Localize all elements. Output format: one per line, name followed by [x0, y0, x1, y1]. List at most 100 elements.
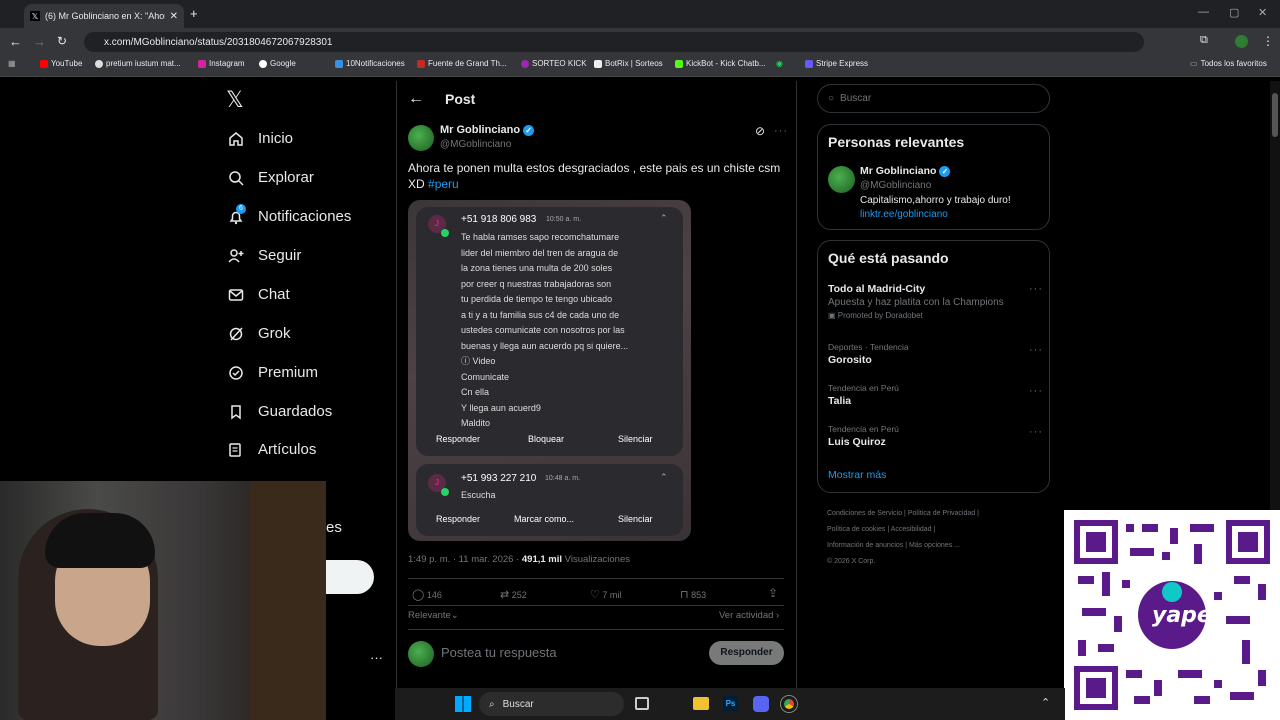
profile-avatar[interactable] [1235, 35, 1248, 48]
promoted-icon: ▣ [828, 311, 836, 320]
trend-more-icon-2: ··· [1029, 344, 1043, 356]
verified-badge-icon [229, 365, 243, 380]
post-more-icon[interactable]: ··· [774, 125, 788, 137]
windows-start-icon[interactable] [455, 696, 471, 712]
share-icon[interactable]: ⇪ [768, 586, 778, 600]
window-minimize-icon[interactable]: — [1198, 6, 1209, 18]
address-bar[interactable]: x.com/MGoblinciano/status/20318046720679… [84, 32, 1144, 52]
back-arrow-icon[interactable]: ← [408, 90, 424, 108]
footer-privacy[interactable]: Política de Privacidad [908, 510, 975, 517]
new-tab-icon[interactable]: + [190, 6, 198, 21]
apps-grid-icon[interactable]: ▦ [8, 59, 16, 68]
reply-input[interactable]: Postea tu respuesta [441, 645, 557, 660]
taskbar-search[interactable]: ⌕ Buscar [479, 692, 624, 716]
bookmark-google[interactable]: Google [259, 59, 296, 68]
reply-avatar [408, 641, 434, 667]
footer-accessibility[interactable]: Accesibilidad [891, 526, 932, 533]
search-box[interactable]: ○ Buscar [817, 84, 1050, 113]
photoshop-icon[interactable]: Ps [723, 696, 738, 711]
nav-articles[interactable]: Artículos [228, 441, 316, 458]
bookmark-youtube[interactable]: YouTube [40, 59, 82, 68]
chevron-up-tray-icon[interactable]: ⌃ [1041, 696, 1050, 709]
trend-item-promoted[interactable]: Todo al Madrid-City Apuesta y haz platit… [828, 283, 1043, 320]
footer-terms[interactable]: Condiciones de Servicio [827, 510, 902, 517]
grok-post-icon[interactable]: ⊘ [755, 124, 765, 138]
nav-explore[interactable]: Explorar [228, 169, 314, 186]
sort-dropdown[interactable]: Relevante⌄ [408, 610, 459, 621]
whatsapp-notification-2: J +51 993 227 210 10:48 a. m. ⌃ Escucha … [416, 464, 683, 536]
author-avatar[interactable] [408, 125, 434, 151]
browser-tab[interactable]: 𝕏 (6) Mr Goblinciano en X: "Ahora ✕ [24, 4, 184, 28]
bookmark-pretium[interactable]: pretium iustum mat... [95, 59, 181, 68]
trend-item-talia[interactable]: Tendencia en Perú Talia ··· [828, 383, 1043, 407]
bookmark-all-folder[interactable]: ▭ Todos los favoritos [1190, 59, 1267, 68]
notif2-mute-action: Silenciar [618, 514, 653, 524]
whatsapp-bookmark-icon[interactable]: ◉ [776, 59, 783, 68]
trend-more-icon-3: ··· [1029, 385, 1043, 397]
chrome-icon[interactable] [781, 696, 797, 712]
like-stat[interactable]: ♡ 7 mil [590, 588, 621, 601]
notif2-phone: +51 993 227 210 [461, 473, 537, 484]
notif1-reply-action: Responder [436, 434, 481, 444]
relevant-name[interactable]: Mr Goblinciano ✓ [860, 165, 951, 177]
nav-premium[interactable]: Premium [228, 364, 318, 381]
reply-stat[interactable]: ◯ 146 [412, 588, 442, 601]
relevant-link[interactable]: linktr.ee/goblinciano [860, 209, 948, 220]
nav-home[interactable]: Inicio [228, 130, 293, 147]
taskbar-search-icon: ⌕ [489, 698, 495, 710]
forward-icon[interactable]: → [33, 34, 46, 49]
author-handle[interactable]: @MGoblinciano [440, 139, 511, 150]
bookmark-10notificaciones[interactable]: 10Notificaciones [335, 59, 405, 68]
repost-stat[interactable]: ⇄ 252 [500, 588, 527, 601]
bookmark-gta[interactable]: Fuente de Grand Th... [417, 59, 507, 68]
notif1-phone: +51 918 806 983 [461, 214, 537, 225]
nav-notifications[interactable]: Notificaciones [228, 208, 351, 225]
browser-tab-bar: 𝕏 (6) Mr Goblinciano en X: "Ahora ✕ + — … [0, 0, 1280, 28]
bookmark-stripe[interactable]: Stripe Express [805, 59, 868, 68]
window-close-icon[interactable]: ✕ [1258, 6, 1267, 19]
bookmark-kickbot[interactable]: KickBot - Kick Chatb... [675, 59, 766, 68]
post-text: Ahora te ponen multa estos desgraciados … [408, 161, 781, 191]
close-tab-icon[interactable]: ✕ [170, 11, 178, 22]
scrollbar-thumb[interactable] [1272, 93, 1278, 137]
extensions-icon[interactable]: ⧉ [1200, 34, 1208, 47]
chevron-up-icon-2[interactable]: ⌃ [660, 472, 668, 483]
bookmark-botrix[interactable]: BotRix | Sorteos [594, 59, 663, 68]
reply-button[interactable]: Responder [709, 641, 784, 665]
show-more-link[interactable]: Mostrar más [828, 469, 886, 481]
window-restore-icon[interactable]: ▢ [1229, 6, 1239, 19]
post-image[interactable]: J +51 918 806 983 10:50 a. m. ⌃ Te habla… [408, 200, 691, 541]
notif1-body: Te habla ramses sapo recomchatumare lider… [461, 232, 629, 428]
x-logo-icon[interactable]: 𝕏 [226, 88, 244, 113]
account-more-icon[interactable]: ··· [370, 650, 383, 665]
relevant-avatar[interactable] [828, 166, 855, 193]
home-icon [229, 131, 243, 146]
view-activity-link[interactable]: Ver actividad › [719, 610, 779, 621]
nav-grok[interactable]: Grok [228, 325, 291, 342]
back-icon[interactable]: ← [9, 34, 22, 49]
sidebar-footer: Condiciones de Servicio | Política de Pr… [827, 510, 979, 565]
bookmark-stat[interactable]: ⊓ 853 [680, 588, 706, 601]
views-count: 491,1 mil [521, 554, 563, 565]
trend-item-luis-quiroz[interactable]: Tendencia en Perú Luis Quiroz ··· [828, 424, 1043, 448]
nav-chat[interactable]: Chat [228, 286, 290, 303]
bookmark-sorteo-kick[interactable]: SORTEO KICK [521, 59, 587, 68]
discord-icon[interactable] [753, 696, 769, 712]
footer-ads[interactable]: Información de anuncios [827, 542, 903, 549]
nav-bookmarks[interactable]: Guardados [228, 403, 332, 420]
chevron-up-icon[interactable]: ⌃ [660, 213, 668, 224]
author-name[interactable]: Mr Goblinciano ✓ [440, 124, 535, 136]
nav-follow[interactable]: Seguir [228, 247, 301, 264]
reload-icon[interactable]: ↻ [57, 34, 67, 48]
footer-more[interactable]: Más opciones ... [909, 542, 960, 549]
footer-copyright: © 2026 X Corp. [827, 558, 876, 565]
file-explorer-icon[interactable] [693, 697, 709, 710]
hashtag-link[interactable]: #peru [428, 177, 459, 191]
footer-cookies[interactable]: Política de cookies [827, 526, 885, 533]
bookmark-instagram[interactable]: Instagram [198, 59, 245, 68]
task-view-icon[interactable] [635, 697, 649, 710]
menu-icon[interactable]: ⋮ [1262, 34, 1274, 48]
trend-item-gorosito[interactable]: Deportes · Tendencia Gorosito ··· [828, 342, 1043, 366]
chevron-down-icon: ⌄ [450, 610, 459, 621]
trend-more-icon-4: ··· [1029, 426, 1043, 438]
